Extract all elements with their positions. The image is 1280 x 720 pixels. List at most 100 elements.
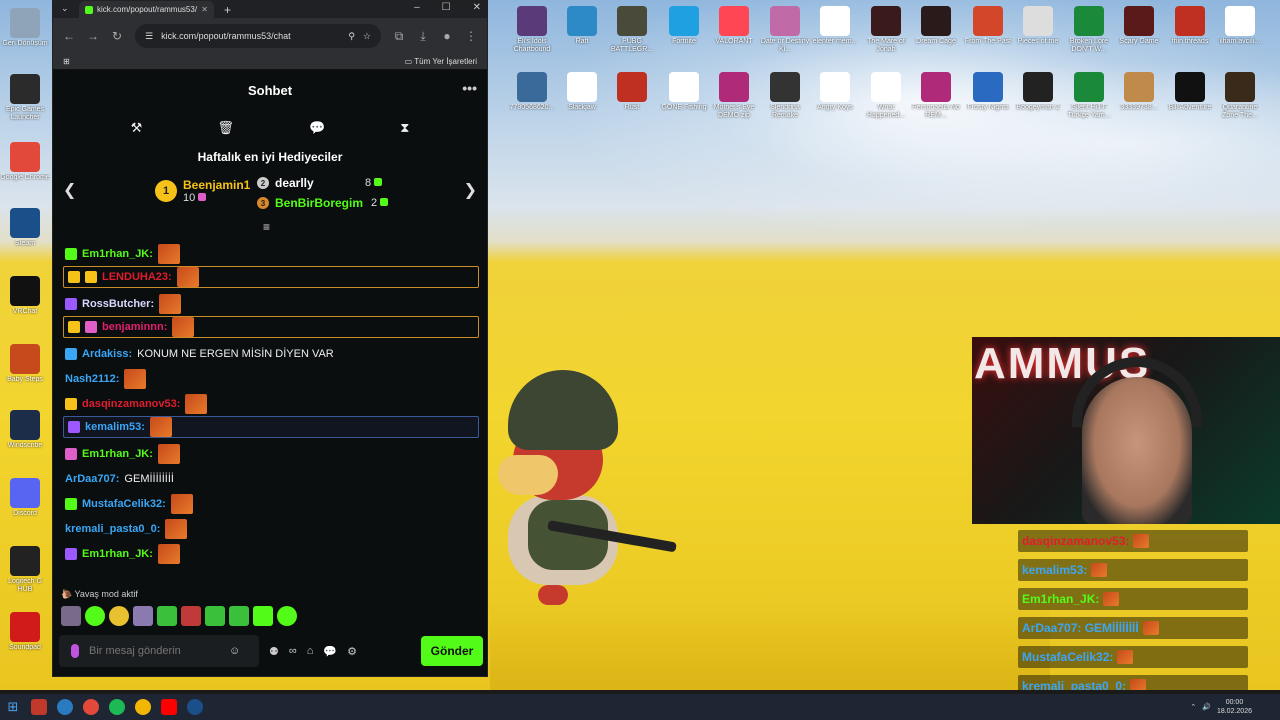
chat-message[interactable]: MustafaCelik32:	[53, 491, 487, 516]
taskbar-app-steam[interactable]	[182, 694, 208, 720]
chat-username[interactable]: Em1rhan_JK:	[82, 248, 153, 260]
desktop-icon[interactable]: Steam	[0, 208, 50, 256]
taskbar-app-chrome-active[interactable]	[130, 694, 156, 720]
tab-search-icon[interactable]: ⌄	[61, 3, 69, 14]
gifter-second[interactable]: 2 dearlly 8	[257, 176, 383, 190]
close-window-icon[interactable]: ✕	[473, 2, 481, 13]
chat-username[interactable]: Ardakiss:	[82, 348, 132, 360]
site-info-icon[interactable]: ☰	[145, 31, 153, 42]
desktop-icon[interactable]: GONE Fishing	[659, 72, 709, 120]
chat-message[interactable]: Nash2112:	[53, 366, 487, 391]
chat-menu-icon[interactable]: •••	[462, 80, 477, 96]
hammer-icon[interactable]: ⚒	[131, 120, 143, 136]
new-tab-button[interactable]: +	[224, 3, 231, 17]
taskbar-app-spotify[interactable]	[104, 694, 130, 720]
message-input[interactable]	[89, 645, 219, 657]
desktop-icon[interactable]: Slendrina Remake	[760, 72, 810, 120]
hourglass-icon[interactable]: ⧗	[400, 120, 409, 136]
chat-message[interactable]: ArDaa707: GEMİİİİİİİİ	[53, 466, 487, 491]
desktop-icon[interactable]: Dream Cage	[911, 6, 961, 54]
profile-icon[interactable]: ●	[441, 29, 453, 43]
tab-close-icon[interactable]: ✕	[201, 5, 208, 14]
desktop-icon[interactable]: Fortnite	[659, 6, 709, 54]
desktop-icon[interactable]: The Mare of Jonah	[861, 6, 911, 54]
chat-message[interactable]: RossButcher:	[53, 291, 487, 316]
desktop-icon[interactable]: Discord	[0, 478, 50, 526]
emote-icon[interactable]	[85, 606, 105, 626]
emote-icon[interactable]	[253, 606, 273, 626]
chat-message[interactable]: benjaminnn:	[63, 316, 479, 338]
emote-icon[interactable]	[133, 606, 153, 626]
taskbar-app-youtube[interactable]	[156, 694, 182, 720]
message-input-wrapper[interactable]: ☺	[59, 635, 259, 667]
desktop-icon[interactable]: Boogeyman 2	[1013, 72, 1063, 120]
desktop-icon[interactable]: Geri Dönüşüm	[0, 8, 50, 56]
emoji-icon[interactable]: ☺	[229, 645, 240, 657]
desktop-icon[interactable]: Google Chrome	[0, 142, 50, 190]
desktop-icon[interactable]: 33339738...	[1114, 72, 1164, 120]
zoom-icon[interactable]: ⚲	[348, 31, 355, 42]
desktop-icon[interactable]: Bill Adventure	[1165, 72, 1215, 120]
chat-messages[interactable]: Em1rhan_JK: LENDUHA23: RossButcher: benjami…	[53, 241, 487, 586]
desktop-icon[interactable]: Broken Lore DON'T W...	[1064, 6, 1114, 54]
maximize-icon[interactable]: ☐	[442, 2, 451, 13]
desktop-icon[interactable]: elenter mem...	[810, 6, 860, 54]
chat-username[interactable]: Em1rhan_JK:	[82, 548, 153, 560]
desktop-icon[interactable]: ilham avcılı...	[1215, 6, 1265, 54]
chat-username[interactable]: MustafaCelik32:	[82, 498, 166, 510]
desktop-icon[interactable]: Eli's Idols Chartbound	[507, 6, 557, 54]
emote-icon[interactable]	[181, 606, 201, 626]
gift-sub-icon[interactable]: ⚉	[269, 645, 279, 658]
emote-icon[interactable]	[157, 606, 177, 626]
desktop-icon[interactable]: Quarantine Zone The...	[1215, 72, 1265, 120]
start-button[interactable]: ⊞	[0, 694, 26, 720]
desktop-icon[interactable]: Raft	[557, 6, 607, 54]
download-icon[interactable]: ⤓	[417, 29, 429, 44]
desktop-icon[interactable]: Personaelia No REM...	[911, 72, 961, 120]
desktop-icon[interactable]: Date or Destiny Ki...	[760, 6, 810, 54]
desktop-icon[interactable]: Rust	[607, 72, 657, 120]
taskbar-app-chrome[interactable]	[78, 694, 104, 720]
desktop-icon[interactable]: Scary Game	[1114, 6, 1164, 54]
desktop-icon[interactable]: VRChat	[0, 276, 50, 324]
chat-username[interactable]: dasqinzamanov53:	[82, 398, 180, 410]
store-icon[interactable]: ⌂	[307, 645, 314, 657]
browser-tab[interactable]: kick.com/popout/rammus53/ch ✕	[79, 1, 214, 18]
chat-username[interactable]: benjaminnn:	[102, 321, 167, 333]
desktop-icon[interactable]: Soundpad	[0, 612, 50, 660]
taskbar-app-logitech[interactable]	[52, 694, 78, 720]
desktop-icon[interactable]: Epic Games Launcher	[0, 74, 50, 122]
back-icon[interactable]: ←	[63, 29, 75, 43]
collapse-icon[interactable]: ≡	[263, 220, 270, 234]
desktop-icon[interactable]: Frosty Nights	[963, 72, 1013, 120]
chat-username[interactable]: kremali_pasta0_0:	[65, 523, 160, 535]
chat-message[interactable]: kemalim53:	[63, 416, 479, 438]
forward-icon[interactable]: →	[87, 29, 99, 43]
desktop-icon[interactable]: thin threads	[1165, 6, 1215, 54]
volume-icon[interactable]: 🔊	[1202, 703, 1211, 711]
chat-bubble-small-icon[interactable]: 💬	[323, 645, 337, 658]
emote-icon[interactable]	[61, 606, 81, 626]
chat-message[interactable]: Em1rhan_JK:	[53, 541, 487, 566]
desktop-icon[interactable]: From The Past	[963, 6, 1013, 54]
chat-username[interactable]: RossButcher:	[82, 298, 154, 310]
emote-icon[interactable]	[229, 606, 249, 626]
chat-username[interactable]: ArDaa707:	[65, 473, 119, 485]
gifter-first[interactable]: 1 Beenjamin1 10	[155, 178, 250, 204]
trash-icon[interactable]: 🗑	[217, 120, 234, 136]
desktop-icon[interactable]: Slackjaw	[557, 72, 607, 120]
taskbar-app-news[interactable]	[26, 694, 52, 720]
address-bar[interactable]: ☰ kick.com/popout/rammus53/chat ⚲ ☆	[135, 24, 381, 48]
gifters-next-icon[interactable]: ❯	[464, 180, 477, 200]
chat-message[interactable]: Em1rhan_JK:	[53, 241, 487, 266]
desktop-icon[interactable]: 7780568620...	[507, 72, 557, 120]
chat-bubble-icon[interactable]: 💬	[309, 120, 325, 136]
infinity-icon[interactable]: ∞	[289, 645, 297, 657]
bookmark-star-icon[interactable]: ☆	[363, 31, 371, 42]
emote-icon[interactable]	[277, 606, 297, 626]
desktop-icon[interactable]: Mother's Eye DEMO zip	[709, 72, 759, 120]
browser-menu-icon[interactable]: ⋮	[465, 29, 477, 43]
all-bookmarks[interactable]: ▭ Tüm Yer İşaretleri	[405, 57, 477, 66]
chat-message[interactable]: LENDUHA23:	[63, 266, 479, 288]
desktop-icon[interactable]: Pieces of me	[1013, 6, 1063, 54]
